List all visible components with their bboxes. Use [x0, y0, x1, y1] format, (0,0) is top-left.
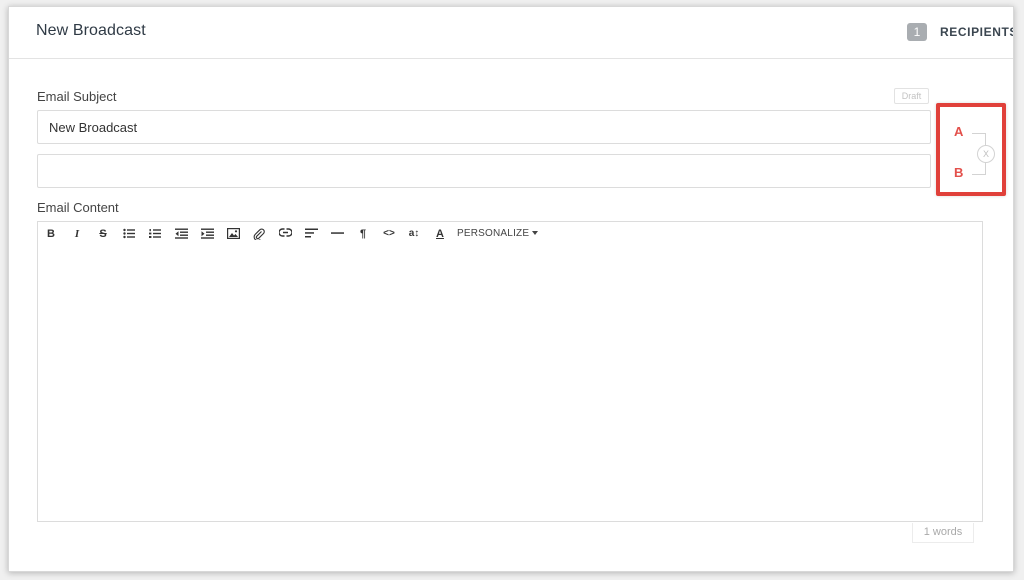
draft-status-badge: Draft	[894, 88, 929, 104]
remove-variant-icon[interactable]: X	[977, 145, 995, 163]
text-color-icon[interactable]: A	[430, 222, 450, 246]
editor-toolbar: B I S ¶ <> a↕ A PERSONALIZE	[37, 221, 983, 247]
horizontal-rule-icon[interactable]	[327, 222, 347, 246]
recipients-link[interactable]: RECIPIENTS	[940, 25, 1013, 39]
strikethrough-icon[interactable]: S	[93, 222, 113, 246]
paperclip-icon[interactable]	[249, 222, 269, 246]
font-size-icon[interactable]: a↕	[404, 222, 424, 246]
variant-a-label: A	[954, 124, 964, 139]
outdent-icon[interactable]	[171, 222, 191, 246]
email-subject-label: Email Subject	[37, 89, 117, 104]
page-title: New Broadcast	[36, 22, 146, 39]
indent-icon[interactable]	[197, 222, 217, 246]
code-icon[interactable]: <>	[379, 222, 399, 246]
italic-icon[interactable]: I	[67, 222, 87, 246]
bullet-list-icon[interactable]	[119, 222, 139, 246]
broadcast-editor-card: New Broadcast 1 RECIPIENTS Email Subject…	[8, 6, 1014, 572]
personalize-dropdown[interactable]: PERSONALIZE	[457, 222, 539, 246]
paragraph-icon[interactable]: ¶	[353, 222, 373, 246]
bold-icon[interactable]: B	[41, 222, 61, 246]
subject-variant-b-input[interactable]	[37, 154, 931, 188]
align-left-icon[interactable]	[301, 222, 321, 246]
variant-b-label: B	[954, 165, 964, 180]
recipients-count-badge[interactable]: 1	[907, 23, 927, 41]
link-icon[interactable]	[275, 222, 295, 246]
email-content-editor[interactable]	[37, 246, 983, 522]
ab-test-highlight: A X B	[936, 103, 1006, 196]
word-count: 1 words	[912, 523, 974, 543]
personalize-label: PERSONALIZE	[457, 228, 530, 239]
email-content-label: Email Content	[37, 200, 119, 215]
image-icon[interactable]	[223, 222, 243, 246]
chevron-down-icon	[532, 231, 539, 235]
header-bar: New Broadcast 1 RECIPIENTS	[9, 7, 1013, 59]
subject-variant-a-input[interactable]	[37, 110, 931, 144]
numbered-list-icon[interactable]	[145, 222, 165, 246]
